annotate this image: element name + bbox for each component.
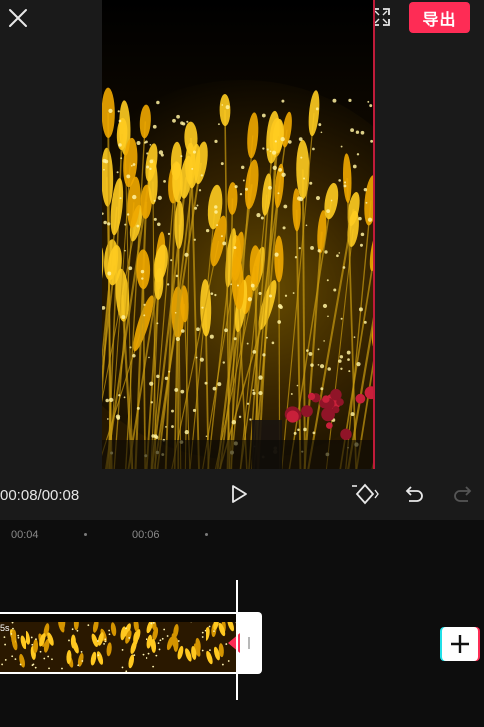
ruler-tick: [205, 533, 208, 536]
video-preview[interactable]: [102, 0, 374, 469]
ruler-tick: [84, 533, 87, 536]
video-frame-image: [102, 0, 374, 469]
redo-icon: [452, 483, 474, 505]
time-display: 00:08/00:08: [0, 487, 80, 504]
undo-icon[interactable]: [403, 483, 425, 505]
clip-duration: 5s: [0, 623, 10, 633]
close-icon[interactable]: [6, 6, 30, 30]
handle-grip: [248, 637, 250, 649]
export-button[interactable]: 导出: [409, 2, 470, 33]
keyframe-icon[interactable]: [351, 481, 379, 507]
clip-thumbnail: [26, 614, 86, 672]
clip-thumbnail: [86, 614, 146, 672]
preview-edge-marker: [373, 0, 375, 469]
plus-icon: [451, 635, 469, 653]
play-icon[interactable]: [228, 483, 250, 505]
timeline-playhead[interactable]: [236, 580, 238, 700]
ruler-label: 00:04: [11, 529, 39, 541]
clip-trim-handle[interactable]: [238, 612, 262, 674]
clip-thumbnail: [146, 614, 206, 672]
ruler-label: 00:06: [132, 529, 160, 541]
add-clip-button[interactable]: [442, 627, 478, 661]
video-clip[interactable]: [0, 612, 237, 674]
